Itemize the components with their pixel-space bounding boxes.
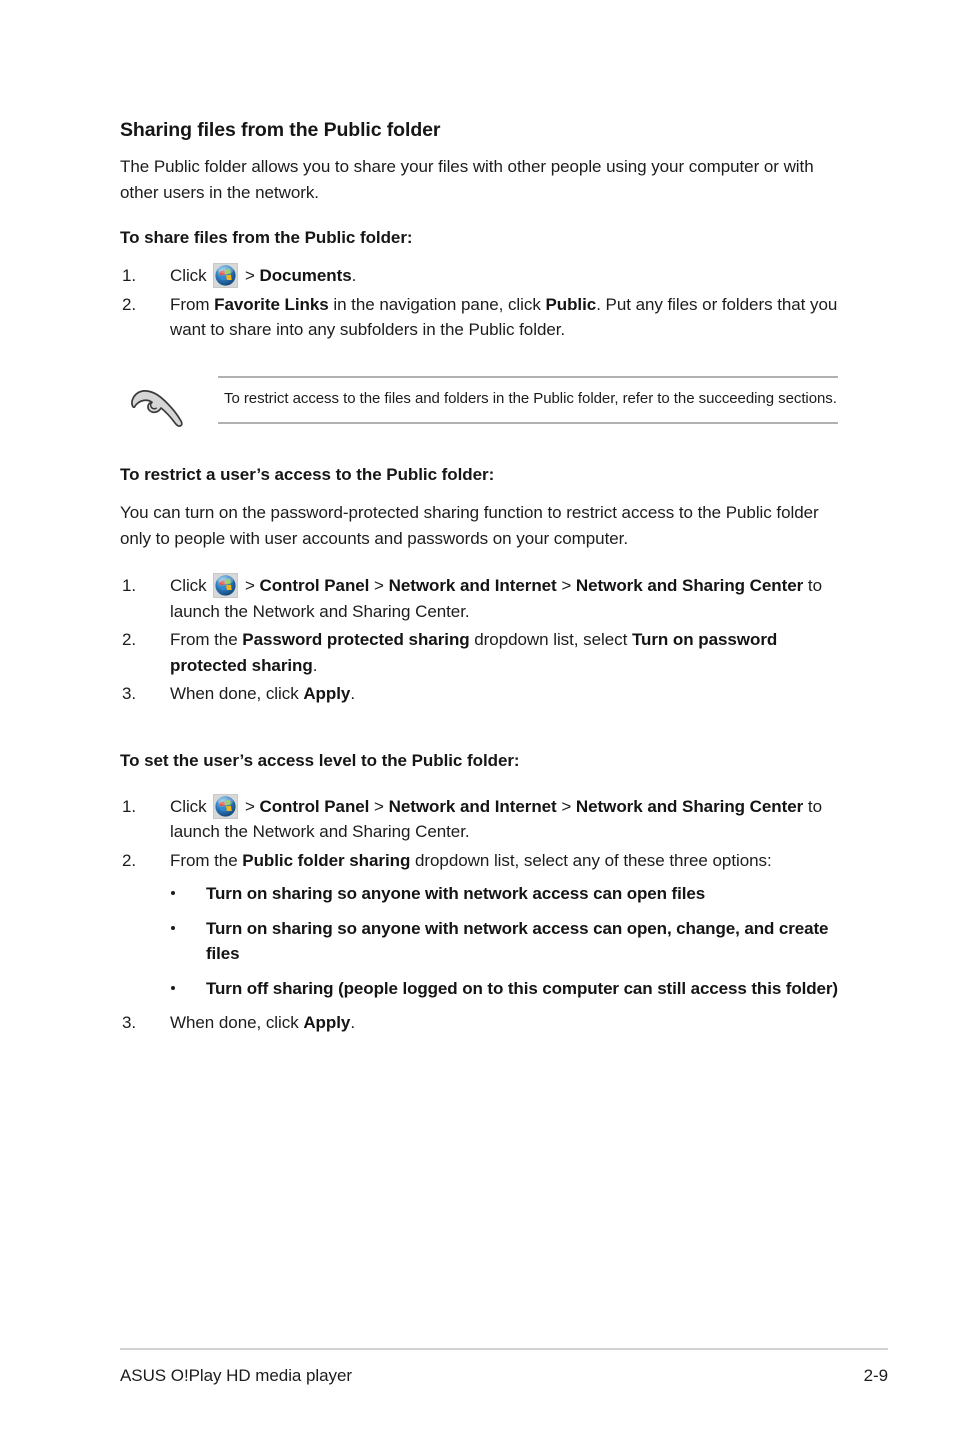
step-text: Click > Control Panel > Network and Inte… (170, 793, 822, 841)
list-item: 1. Click > Control Panel > Network and I… (120, 573, 838, 624)
step-number: 1. (122, 796, 137, 816)
list-item: Turn on sharing so anyone with network a… (170, 916, 838, 967)
step-number: 3. (122, 684, 137, 704)
list-item: 1. Click > Control Panel > Network and I… (120, 793, 838, 845)
windows-start-orb-icon[interactable] (213, 263, 239, 289)
note-content: To restrict access to the files and fold… (218, 375, 838, 424)
bullet-icon (171, 891, 175, 896)
step-number: 3. (122, 1013, 137, 1033)
list-item: Turn off sharing (people logged on to th… (170, 976, 838, 1002)
bullet-icon (171, 925, 175, 930)
note-text: To restrict access to the files and fold… (224, 389, 837, 407)
step-number: 2. (122, 850, 137, 870)
bullet-icon (171, 985, 175, 990)
page-content: Sharing files from the Public folder The… (120, 118, 838, 1039)
step-text: Click > Control Panel > Network and Inte… (170, 573, 822, 621)
steps-list-access-level: 1. Click > Control Panel > Network and I… (120, 793, 838, 874)
section-heading-access-level: To set the user’s access level to the Pu… (120, 750, 520, 770)
footer-page-number: 2-9 (863, 1366, 888, 1385)
list-item: 1. Click > Documents. (120, 263, 838, 289)
list-item: 3. When done, click Apply. (120, 1010, 838, 1036)
list-item: 3. When done, click Apply. (120, 681, 838, 707)
steps-list-share-files: 1. Click > Documents. 2. From Favorite L… (120, 263, 838, 343)
note-box: To restrict access to the files and fold… (120, 375, 838, 427)
step-text: From the Password protected sharing drop… (170, 630, 778, 675)
intro-paragraph: The Public folder allows you to share yo… (120, 157, 814, 202)
step-text: When done, click Apply. (170, 684, 355, 704)
footer-product-name: ASUS O!Play HD media player (120, 1366, 353, 1385)
step-number: 2. (122, 630, 137, 650)
steps-list-access-level-final: 3. When done, click Apply. (120, 1010, 838, 1036)
page-footer: ASUS O!Play HD media player 2-9 (120, 1366, 888, 1386)
bullet-option-label: Turn on sharing so anyone with network a… (206, 884, 706, 904)
steps-list-restrict-access: 1. Click > Control Panel > Network and I… (120, 573, 838, 707)
bullet-options-list: Turn on sharing so anyone with network a… (120, 881, 838, 1001)
section-heading-restrict-access: To restrict a user’s access to the Publi… (120, 464, 495, 484)
section-heading-share-files: To share files from the Public folder: (120, 228, 413, 248)
list-item: 2. From the Public folder sharing dropdo… (120, 848, 838, 874)
step-text: From the Public folder sharing dropdown … (170, 850, 772, 870)
restrict-access-paragraph: You can turn on the password-protected s… (120, 503, 819, 548)
list-item: 2. From the Password protected sharing d… (120, 627, 838, 678)
step-text: Click > Documents. (170, 263, 356, 289)
step-number: 1. (122, 576, 137, 596)
pointing-hand-icon (128, 386, 186, 434)
bullet-option-label: Turn on sharing so anyone with network a… (206, 918, 829, 964)
windows-start-orb-icon[interactable] (213, 793, 239, 819)
document-page: Sharing files from the Public folder The… (0, 0, 954, 1438)
windows-start-orb-icon[interactable] (213, 573, 239, 599)
list-item: 2. From Favorite Links in the navigation… (120, 292, 838, 343)
list-item: Turn on sharing so anyone with network a… (170, 881, 838, 907)
page-title: Sharing files from the Public folder (120, 119, 441, 141)
step-text: When done, click Apply. (170, 1013, 355, 1033)
step-number: 2. (122, 294, 137, 314)
footer-divider (120, 1348, 888, 1350)
step-text: From Favorite Links in the navigation pa… (170, 294, 838, 340)
step-number: 1. (122, 266, 137, 286)
bullet-option-label: Turn off sharing (people logged on to th… (206, 978, 838, 998)
